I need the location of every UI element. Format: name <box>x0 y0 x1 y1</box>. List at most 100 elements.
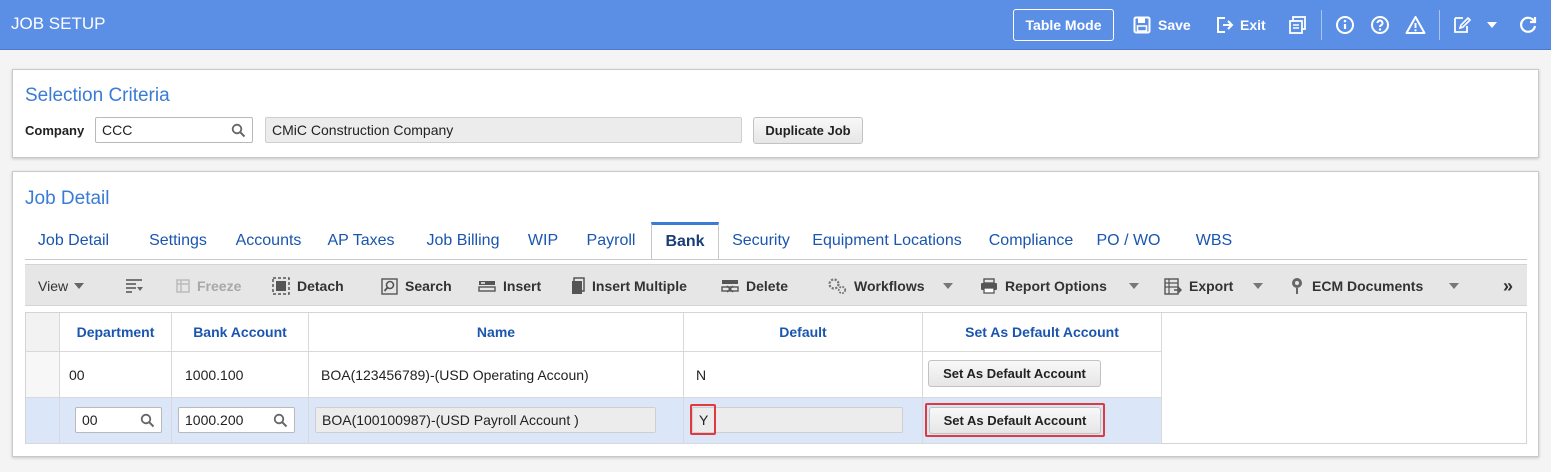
edit-icon[interactable] <box>1452 0 1472 50</box>
dropdown-icon[interactable] <box>1486 0 1498 50</box>
table-cell-name: BOA(100100987)-(USD Payroll Account ) <box>309 398 684 444</box>
tab-accounts[interactable]: Accounts <box>225 222 312 260</box>
tab-wip[interactable]: WIP <box>522 222 564 260</box>
table-cell-department[interactable]: 00 <box>60 352 172 398</box>
insert-label: Insert <box>503 278 542 294</box>
app-title: JOB SETUP <box>11 14 106 33</box>
tab-po-wo[interactable]: PO / WO <box>1090 222 1167 260</box>
save-button[interactable]: Save <box>1133 0 1191 50</box>
bank-account-field[interactable]: 1000.200 <box>178 407 295 433</box>
info-icon[interactable] <box>1335 0 1355 50</box>
tab-security[interactable]: Security <box>725 222 797 260</box>
chevron-down-icon[interactable] <box>1253 265 1263 307</box>
export-menu[interactable]: Export <box>1164 265 1233 307</box>
table-mode-button[interactable]: Table Mode <box>1013 9 1114 41</box>
printer-icon <box>980 278 998 294</box>
tab-job-detail[interactable]: Job Detail <box>25 222 122 260</box>
tab-ap-taxes[interactable]: AP Taxes <box>319 222 403 260</box>
ecm-pin-icon <box>1289 277 1305 295</box>
chevron-down-icon[interactable] <box>943 265 953 307</box>
column-header-default[interactable]: Default <box>684 313 923 352</box>
company-field[interactable]: CCC <box>95 117 253 143</box>
duplicate-job-button[interactable]: Duplicate Job <box>753 117 863 144</box>
set-as-default-account-button[interactable]: Set As Default Account <box>928 360 1101 387</box>
report-options-menu[interactable]: Report Options <box>980 265 1107 307</box>
workflows-menu[interactable]: Workflows <box>827 265 925 307</box>
table-cell-bank-account[interactable]: 1000.100 <box>172 352 309 398</box>
row-selector[interactable] <box>26 398 60 444</box>
highlight-box <box>690 404 716 435</box>
tab-underline <box>25 259 1527 260</box>
more-icon[interactable]: » <box>1503 265 1513 307</box>
detach-label: Detach <box>297 278 344 294</box>
company-name-field: CMiC Construction Company <box>265 117 742 143</box>
tab-job-billing[interactable]: Job Billing <box>414 222 512 260</box>
name-field: BOA(100100987)-(USD Payroll Account ) <box>315 407 656 433</box>
exit-label: Exit <box>1240 17 1266 33</box>
view-menu[interactable]: View <box>38 265 85 307</box>
table-cell-default[interactable]: N <box>684 352 923 398</box>
table-cell-bank-account: 1000.200 <box>172 398 309 444</box>
chevron-down-icon[interactable] <box>1129 265 1139 307</box>
job-detail-panel: Job Detail Job Detail Settings Accounts … <box>12 171 1539 457</box>
table-cell-action: Set As Default Account <box>923 398 1162 444</box>
tab-settings[interactable]: Settings <box>137 222 219 260</box>
report-options-label: Report Options <box>1005 278 1107 294</box>
row-selector-header <box>26 313 60 352</box>
tab-equipment-locations[interactable]: Equipment Locations <box>806 222 968 260</box>
selection-criteria-panel: Selection Criteria Company CCC CMiC Cons… <box>12 69 1539 158</box>
detach-button[interactable]: Detach <box>272 265 344 307</box>
ecm-documents-menu[interactable]: ECM Documents <box>1289 265 1423 307</box>
save-label: Save <box>1158 17 1191 33</box>
department-value: 00 <box>82 412 98 428</box>
warning-icon[interactable] <box>1405 0 1426 50</box>
delete-icon <box>721 278 739 294</box>
search-button[interactable]: Search <box>381 265 452 307</box>
refresh-icon[interactable] <box>1518 0 1538 50</box>
column-header-bank-account[interactable]: Bank Account <box>172 313 309 352</box>
divider <box>1321 10 1322 40</box>
insert-multiple-button[interactable]: Insert Multiple <box>571 265 687 307</box>
row-selector[interactable] <box>26 352 60 398</box>
search-icon[interactable] <box>140 413 155 431</box>
insert-icon <box>478 278 496 294</box>
bank-account-value: 1000.200 <box>185 412 244 428</box>
page-body: Selection Criteria Company CCC CMiC Cons… <box>0 50 1551 472</box>
insert-button[interactable]: Insert <box>478 265 541 307</box>
top-bar: JOB SETUP Table Mode Save Exit <box>0 0 1551 50</box>
search-icon[interactable] <box>231 123 246 141</box>
default-field[interactable]: Y <box>692 407 903 433</box>
table-cell-name[interactable]: BOA(123456789)-(USD Operating Accoun) <box>309 352 684 398</box>
tab-wbs[interactable]: WBS <box>1191 222 1237 260</box>
highlight-box <box>925 403 1105 437</box>
search-icon[interactable] <box>273 413 288 431</box>
grid-toolbar: View Freeze Detach Search Insert Insert … <box>25 264 1527 306</box>
table-cell-action: Set As Default Account <box>923 352 1162 398</box>
department-field[interactable]: 00 <box>75 407 162 433</box>
print-icon[interactable] <box>1288 0 1308 50</box>
column-header-set-as-default-account[interactable]: Set As Default Account <box>923 313 1162 352</box>
exit-button[interactable]: Exit <box>1216 0 1266 50</box>
export-icon <box>1164 277 1182 295</box>
freeze-label: Freeze <box>197 278 242 294</box>
freeze-button[interactable]: Freeze <box>176 265 241 307</box>
insert-multiple-icon <box>571 277 585 295</box>
search-icon <box>381 277 398 295</box>
column-header-department[interactable]: Department <box>60 313 172 352</box>
tab-payroll[interactable]: Payroll <box>577 222 645 260</box>
detach-icon <box>272 277 290 295</box>
format-icon[interactable] <box>125 265 143 307</box>
help-icon[interactable] <box>1370 0 1390 50</box>
tab-compliance[interactable]: Compliance <box>982 222 1080 260</box>
divider <box>1439 10 1440 40</box>
chevron-down-icon[interactable] <box>1449 265 1459 307</box>
tab-bank[interactable]: Bank <box>651 222 719 260</box>
exit-icon <box>1216 16 1234 34</box>
search-label: Search <box>405 278 452 294</box>
column-header-name[interactable]: Name <box>309 313 684 352</box>
delete-button[interactable]: Delete <box>721 265 788 307</box>
company-label: Company <box>25 123 85 138</box>
workflows-icon <box>827 277 847 295</box>
insert-multiple-label: Insert Multiple <box>592 278 687 294</box>
table-cell-default: Y <box>684 398 923 444</box>
